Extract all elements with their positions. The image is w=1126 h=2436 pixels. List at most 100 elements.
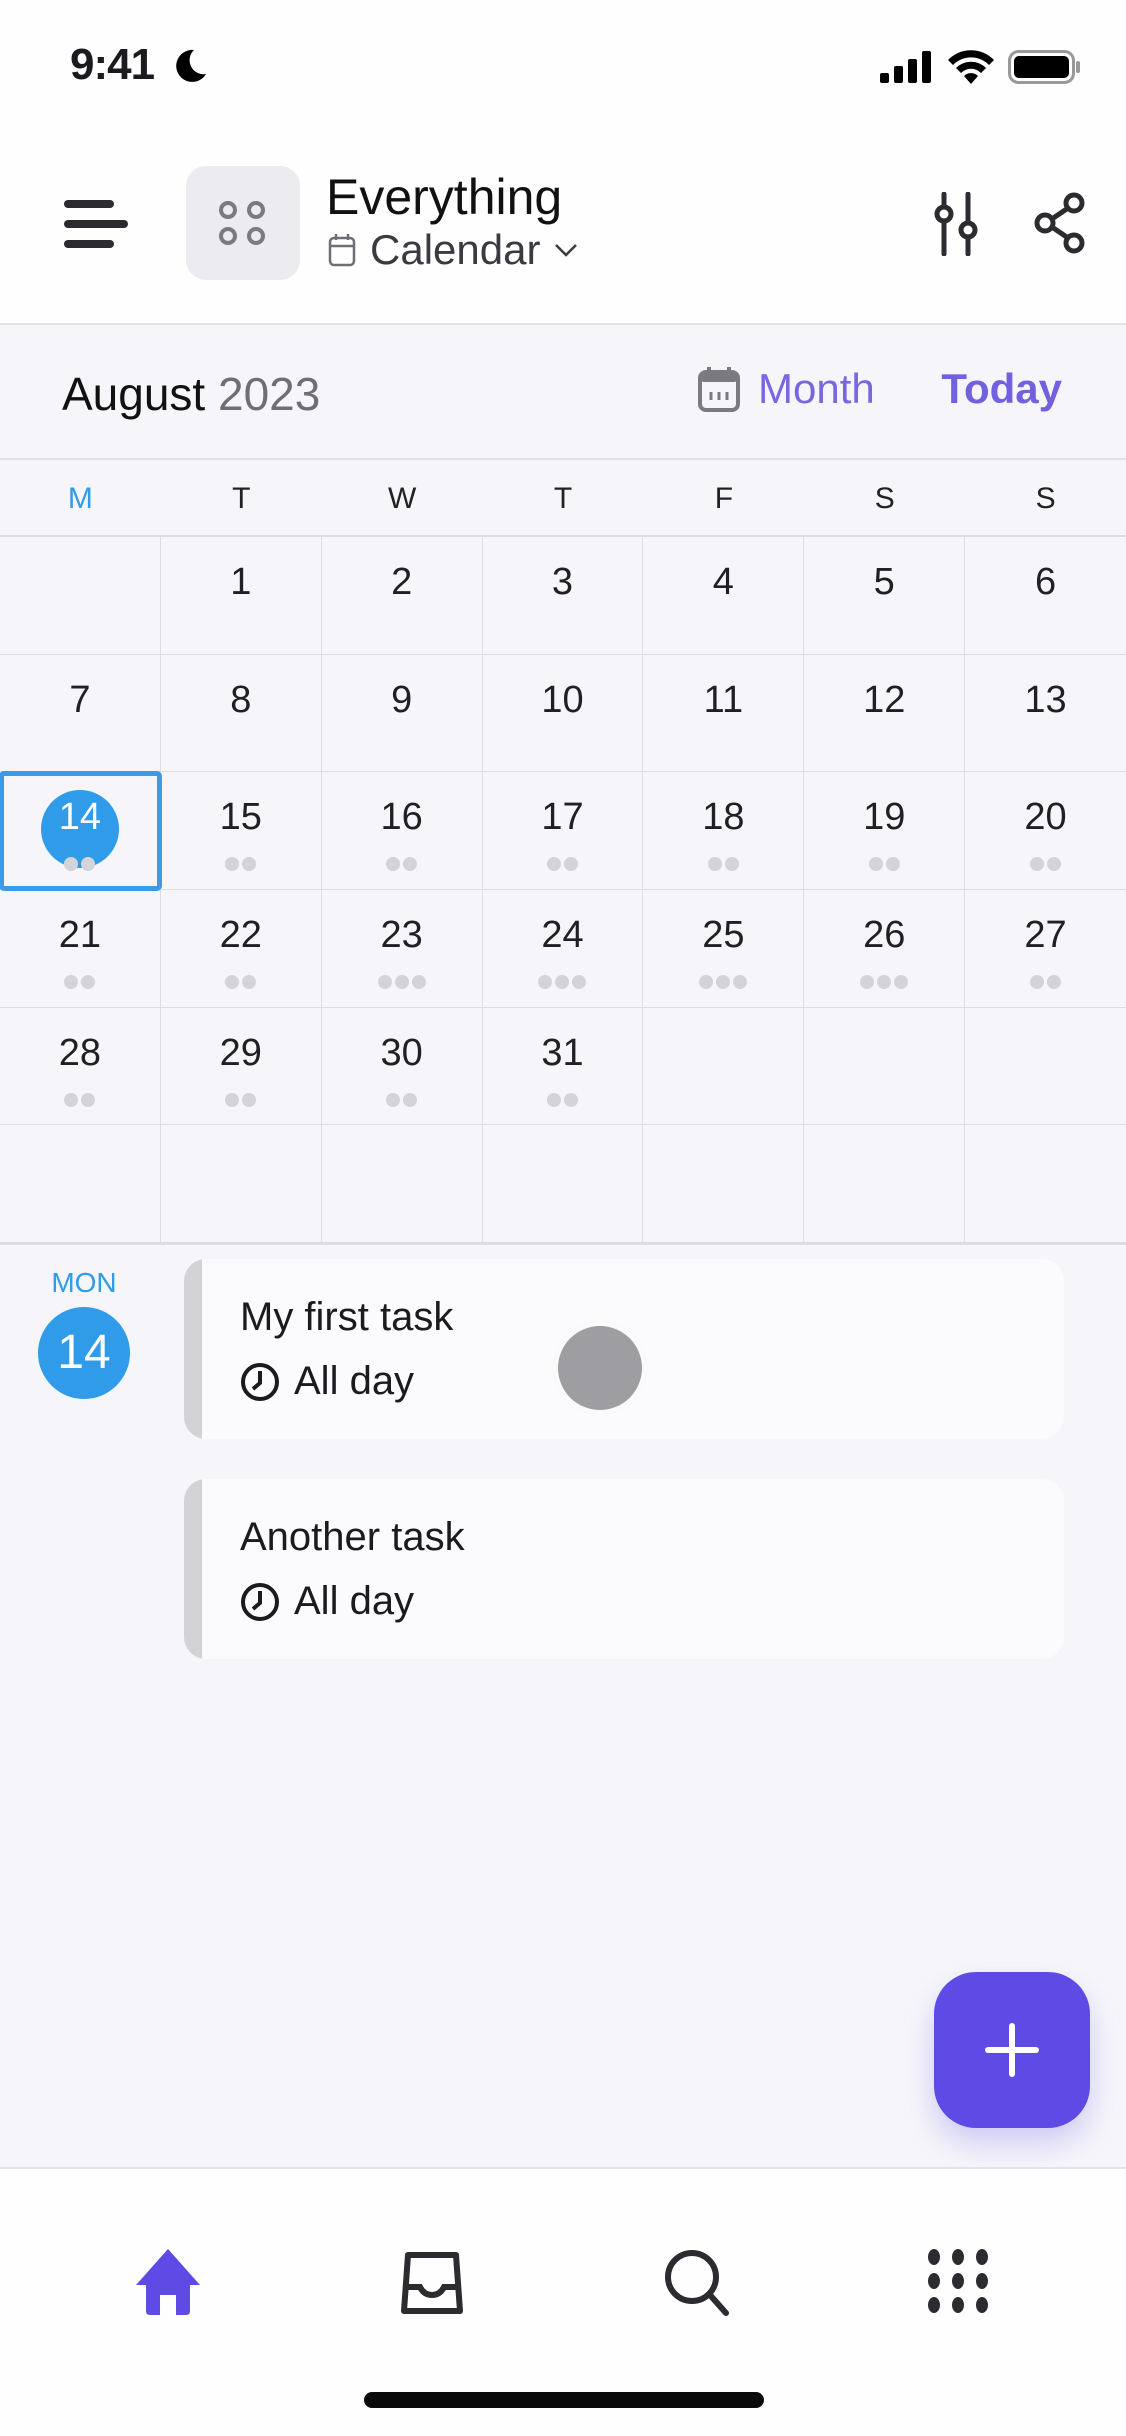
inbox-icon — [401, 2252, 463, 2314]
calendar-day-cell[interactable]: 28 — [0, 1007, 161, 1126]
grid-icon — [928, 2249, 988, 2313]
calendar-day-cell[interactable]: 31 — [482, 1007, 644, 1126]
menu-icon — [64, 240, 114, 248]
calendar-day-cell[interactable]: 21 — [0, 889, 161, 1008]
calendar-day-cell[interactable]: 30 — [321, 1007, 483, 1126]
tab-inbox[interactable] — [392, 2241, 472, 2321]
calendar-day-cell[interactable]: 20 — [965, 772, 1126, 890]
calendar-day-cell[interactable]: 25 — [643, 889, 805, 1008]
view-mode-button[interactable]: Month — [698, 365, 875, 413]
share-button[interactable] — [1034, 192, 1086, 261]
event-dot — [403, 1092, 418, 1107]
calendar-day-cell[interactable]: 13 — [965, 655, 1126, 773]
event-dots — [965, 974, 1126, 989]
calendar-day-cell[interactable]: 7 — [0, 654, 161, 773]
calendar-empty-cell — [321, 1125, 483, 1243]
tab-search[interactable] — [656, 2241, 736, 2321]
space-avatar[interactable] — [186, 166, 300, 280]
calendar-day-cell[interactable]: 26 — [804, 889, 966, 1008]
calendar-day-cell[interactable]: 6 — [965, 537, 1126, 655]
tab-more[interactable] — [918, 2241, 998, 2321]
calendar-day-cell[interactable]: 14 — [0, 771, 162, 891]
day-number: 25 — [702, 913, 745, 956]
calendar-day-cell[interactable]: 24 — [482, 889, 644, 1008]
event-dot — [563, 857, 578, 872]
day-number: 14 — [58, 796, 102, 839]
calendar-day-cell[interactable]: 16 — [321, 772, 483, 890]
event-dot — [394, 974, 409, 989]
calendar-empty-cell — [643, 1125, 805, 1243]
calendar-day-cell[interactable]: 8 — [160, 654, 322, 773]
event-dot — [555, 974, 570, 989]
event-dot — [403, 857, 418, 872]
event-dots — [643, 974, 803, 989]
event-dot — [733, 974, 748, 989]
calendar-day-cell[interactable]: 19 — [804, 772, 966, 890]
event-dot — [1030, 974, 1045, 989]
calendar-day-cell[interactable]: 4 — [643, 537, 805, 655]
weekday-header: M T W T F S S — [0, 460, 1126, 537]
calendar-day-cell[interactable]: 1 — [160, 537, 322, 655]
event-dot — [225, 857, 240, 872]
day-number: 12 — [863, 678, 906, 721]
calendar-day-cell[interactable]: 29 — [160, 1007, 322, 1126]
day-number: 17 — [541, 796, 584, 839]
calendar-day-cell[interactable]: 15 — [160, 772, 322, 890]
weekday-label: S — [874, 482, 895, 515]
add-task-button[interactable] — [934, 1972, 1090, 2128]
calendar-day-cell[interactable]: 22 — [160, 889, 322, 1008]
event-dot — [242, 1092, 257, 1107]
menu-button[interactable] — [60, 200, 130, 250]
event-dot — [877, 974, 892, 989]
plus-icon — [985, 2023, 1039, 2077]
event-dot — [64, 974, 79, 989]
task-color-bar — [184, 1479, 202, 1659]
wifi-icon — [948, 50, 994, 84]
view-switcher[interactable]: Calendar — [328, 226, 578, 274]
task-card[interactable]: Another task All day — [184, 1479, 1064, 1659]
calendar-day-cell[interactable]: 5 — [804, 537, 966, 655]
filter-button[interactable] — [930, 191, 982, 261]
task-time: All day — [240, 1579, 414, 1624]
event-dots — [643, 857, 803, 872]
event-dot — [699, 974, 714, 989]
today-button[interactable]: Today — [941, 365, 1062, 413]
home-indicator — [364, 2392, 764, 2408]
event-dot — [1047, 857, 1062, 872]
sliders-icon — [934, 191, 978, 257]
calendar-day-cell[interactable]: 18 — [643, 772, 805, 890]
calendar-day-cell[interactable]: 9 — [321, 654, 483, 773]
task-name: Another task — [240, 1515, 465, 1559]
event-dot — [225, 1092, 240, 1107]
weekday-label: T — [232, 482, 251, 515]
touch-indicator — [552, 1320, 648, 1416]
event-dots — [161, 857, 321, 872]
day-number: 27 — [1024, 913, 1067, 956]
calendar-day-cell[interactable]: 2 — [321, 537, 483, 655]
event-dot — [81, 857, 96, 872]
day-number: 6 — [1035, 561, 1057, 603]
calendar-day-cell[interactable]: 27 — [965, 890, 1126, 1008]
event-dots — [804, 974, 964, 989]
day-number: 10 — [541, 678, 584, 721]
calendar-day-cell[interactable]: 23 — [321, 889, 483, 1008]
event-dot — [242, 974, 257, 989]
day-number: 1 — [230, 561, 252, 603]
event-dot — [894, 974, 909, 989]
calendar-empty-cell — [804, 1007, 966, 1126]
tab-home[interactable] — [128, 2241, 208, 2321]
calendar-day-cell[interactable]: 3 — [482, 537, 644, 655]
space-icon — [219, 201, 265, 245]
calendar-day-cell[interactable]: 10 — [482, 654, 644, 773]
calendar-day-cell[interactable]: 12 — [804, 654, 966, 773]
calendar-empty-cell — [643, 1007, 805, 1126]
focus-moon-icon — [176, 49, 206, 82]
event-dots — [322, 857, 482, 872]
header-actions — [930, 191, 1086, 261]
calendar-day-cell[interactable]: 11 — [643, 654, 805, 773]
day-number: 19 — [863, 796, 906, 839]
event-dot — [716, 974, 731, 989]
calendar-day-cell[interactable]: 17 — [482, 772, 644, 890]
day-number: 7 — [69, 678, 91, 721]
month-year-label[interactable]: August 2023 — [62, 367, 320, 421]
